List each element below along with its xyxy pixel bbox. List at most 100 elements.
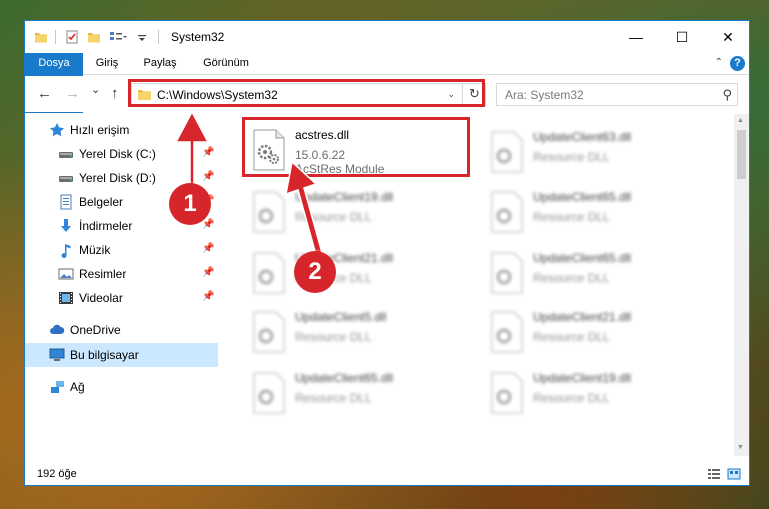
pin-icon[interactable]: 📌 [202,171,214,182]
sidebar-item-label: Ağ [70,380,85,394]
sidebar-item-network[interactable]: Ağ [25,375,218,399]
dll-file-icon [253,191,285,233]
file-description: Resource DLL [533,210,610,224]
sidebar-item-pictures[interactable]: Resimler 📌 [25,262,218,286]
recent-locations-button[interactable]: ⌄ [91,83,100,96]
pin-icon[interactable]: 📌 [202,147,214,158]
file-item[interactable]: UpdateClient21.dll Resource DLL [483,302,713,362]
file-description: Resource DLL [295,330,372,344]
pin-icon[interactable]: 📌 [202,219,214,230]
download-icon [61,219,71,232]
music-icon [61,244,71,258]
drive-icon [59,176,73,182]
sidebar-item-label: Resimler [79,267,127,281]
videos-icon [59,292,73,304]
new-folder-icon[interactable] [87,30,101,44]
computer-icon [49,348,65,361]
sidebar-item-music[interactable]: Müzik 📌 [25,238,218,262]
file-description: Resource DLL [295,391,372,405]
sidebar-item-quick-access[interactable]: Hızlı erişim [25,118,218,142]
star-icon [50,123,64,137]
dll-file-icon [491,372,523,414]
help-icon[interactable]: ? [730,56,745,71]
file-name: UpdateClient65.dll [295,371,394,385]
ribbon-tabs: Dosya Giriş Paylaş Görünüm ⌃ ? [25,53,749,113]
sidebar-item-label: Hızlı erişim [70,123,130,137]
sidebar-item-label: Yerel Disk (D:) [79,171,156,185]
file-item[interactable]: UpdateClient21.dll Resource DLL [245,243,475,303]
file-description: Resource DLL [533,271,610,285]
pin-icon[interactable]: 📌 [202,291,214,302]
tab-share[interactable]: Paylaş [135,53,185,74]
sidebar-item-this-pc[interactable]: Bu bilgisayar [25,343,218,367]
title-bar: System32 — ☐ ✕ [25,21,749,53]
scrollbar-thumb[interactable] [737,130,746,179]
file-item[interactable]: UpdateClient65.dll Resource DLL [483,243,713,303]
sidebar-item-local-disk-c[interactable]: Yerel Disk (C:) 📌 [25,142,218,166]
dll-file-icon [253,311,285,353]
search-box[interactable]: Ara: System32 ⚲ [496,83,738,106]
window-title: System32 [171,30,225,44]
file-description: Resource DLL [533,330,610,344]
file-name: UpdateClient21.dll [533,310,632,324]
documents-icon [60,194,72,210]
file-item[interactable]: UpdateClient65.dll Resource DLL [245,363,475,423]
sidebar-item-label: OneDrive [70,323,121,337]
file-item[interactable]: UpdateClient65.dll Resource DLL [483,182,713,242]
separator [55,30,56,44]
item-count: 192 öğe [37,468,77,480]
network-icon [51,381,64,393]
file-name: UpdateClient65.dll [533,251,632,265]
sidebar-item-label: Videolar [79,291,123,305]
back-button[interactable]: ← [37,85,52,102]
customize-toolbar-icon[interactable] [137,30,147,44]
properties-icon[interactable] [65,30,79,44]
step-badge-2: 2 [294,251,336,293]
file-name: UpdateClient19.dll [295,190,394,204]
file-item[interactable]: UpdateClient5.dll Resource DLL [245,302,475,362]
file-item[interactable]: UpdateClient63.dll Resource DLL [483,122,713,182]
tab-view[interactable]: Görünüm [195,53,257,74]
close-button[interactable]: ✕ [705,21,749,53]
up-button[interactable]: ↑ [111,85,119,102]
minimize-button[interactable]: — [613,21,659,53]
chevron-up-icon[interactable]: ⌃ [715,57,723,68]
status-bar: 192 öğe [25,464,749,485]
scroll-up-icon[interactable]: ▲ [737,117,744,124]
drive-icon [59,152,73,158]
scroll-down-icon[interactable]: ▼ [737,444,744,451]
separator [158,30,159,44]
sidebar-item-videos[interactable]: Videolar 📌 [25,286,218,310]
pin-icon[interactable]: 📌 [202,243,214,254]
details-view-icon[interactable] [707,468,721,480]
sidebar-item-label: Belgeler [79,195,124,209]
cloud-icon [50,324,65,334]
file-highlight [242,117,470,177]
file-item[interactable]: UpdateClient19.dll Resource DLL [245,182,475,242]
view-options-icon[interactable] [109,30,127,44]
tab-home[interactable]: Giriş [87,53,127,74]
folder-icon [35,33,47,43]
maximize-button[interactable]: ☐ [659,21,705,53]
navigation-pane: Hızlı erişim Yerel Disk (C:) 📌 Yerel Dis… [25,114,220,456]
search-icon[interactable]: ⚲ [722,87,732,103]
large-icons-view-icon[interactable] [727,468,741,480]
file-item[interactable]: UpdateClient19.dll Resource DLL [483,363,713,423]
file-description: Resource DLL [533,150,610,164]
pin-icon[interactable]: 📌 [202,267,214,278]
dll-file-icon [491,131,523,173]
file-name: UpdateClient5.dll [295,310,387,324]
forward-button[interactable]: → [65,85,80,102]
dll-file-icon [491,252,523,294]
sidebar-item-onedrive[interactable]: OneDrive [25,318,218,342]
vertical-scrollbar[interactable]: ▲ ▼ [734,114,749,456]
dll-file-icon [491,191,523,233]
address-bar-highlight [128,79,485,107]
file-name: UpdateClient63.dll [533,130,632,144]
search-placeholder: Ara: System32 [505,88,584,102]
sidebar-item-label: Bu bilgisayar [70,348,139,362]
dll-file-icon [491,311,523,353]
file-name: UpdateClient65.dll [533,190,632,204]
file-name: UpdateClient19.dll [533,371,632,385]
sidebar-item-label: Müzik [79,243,111,257]
